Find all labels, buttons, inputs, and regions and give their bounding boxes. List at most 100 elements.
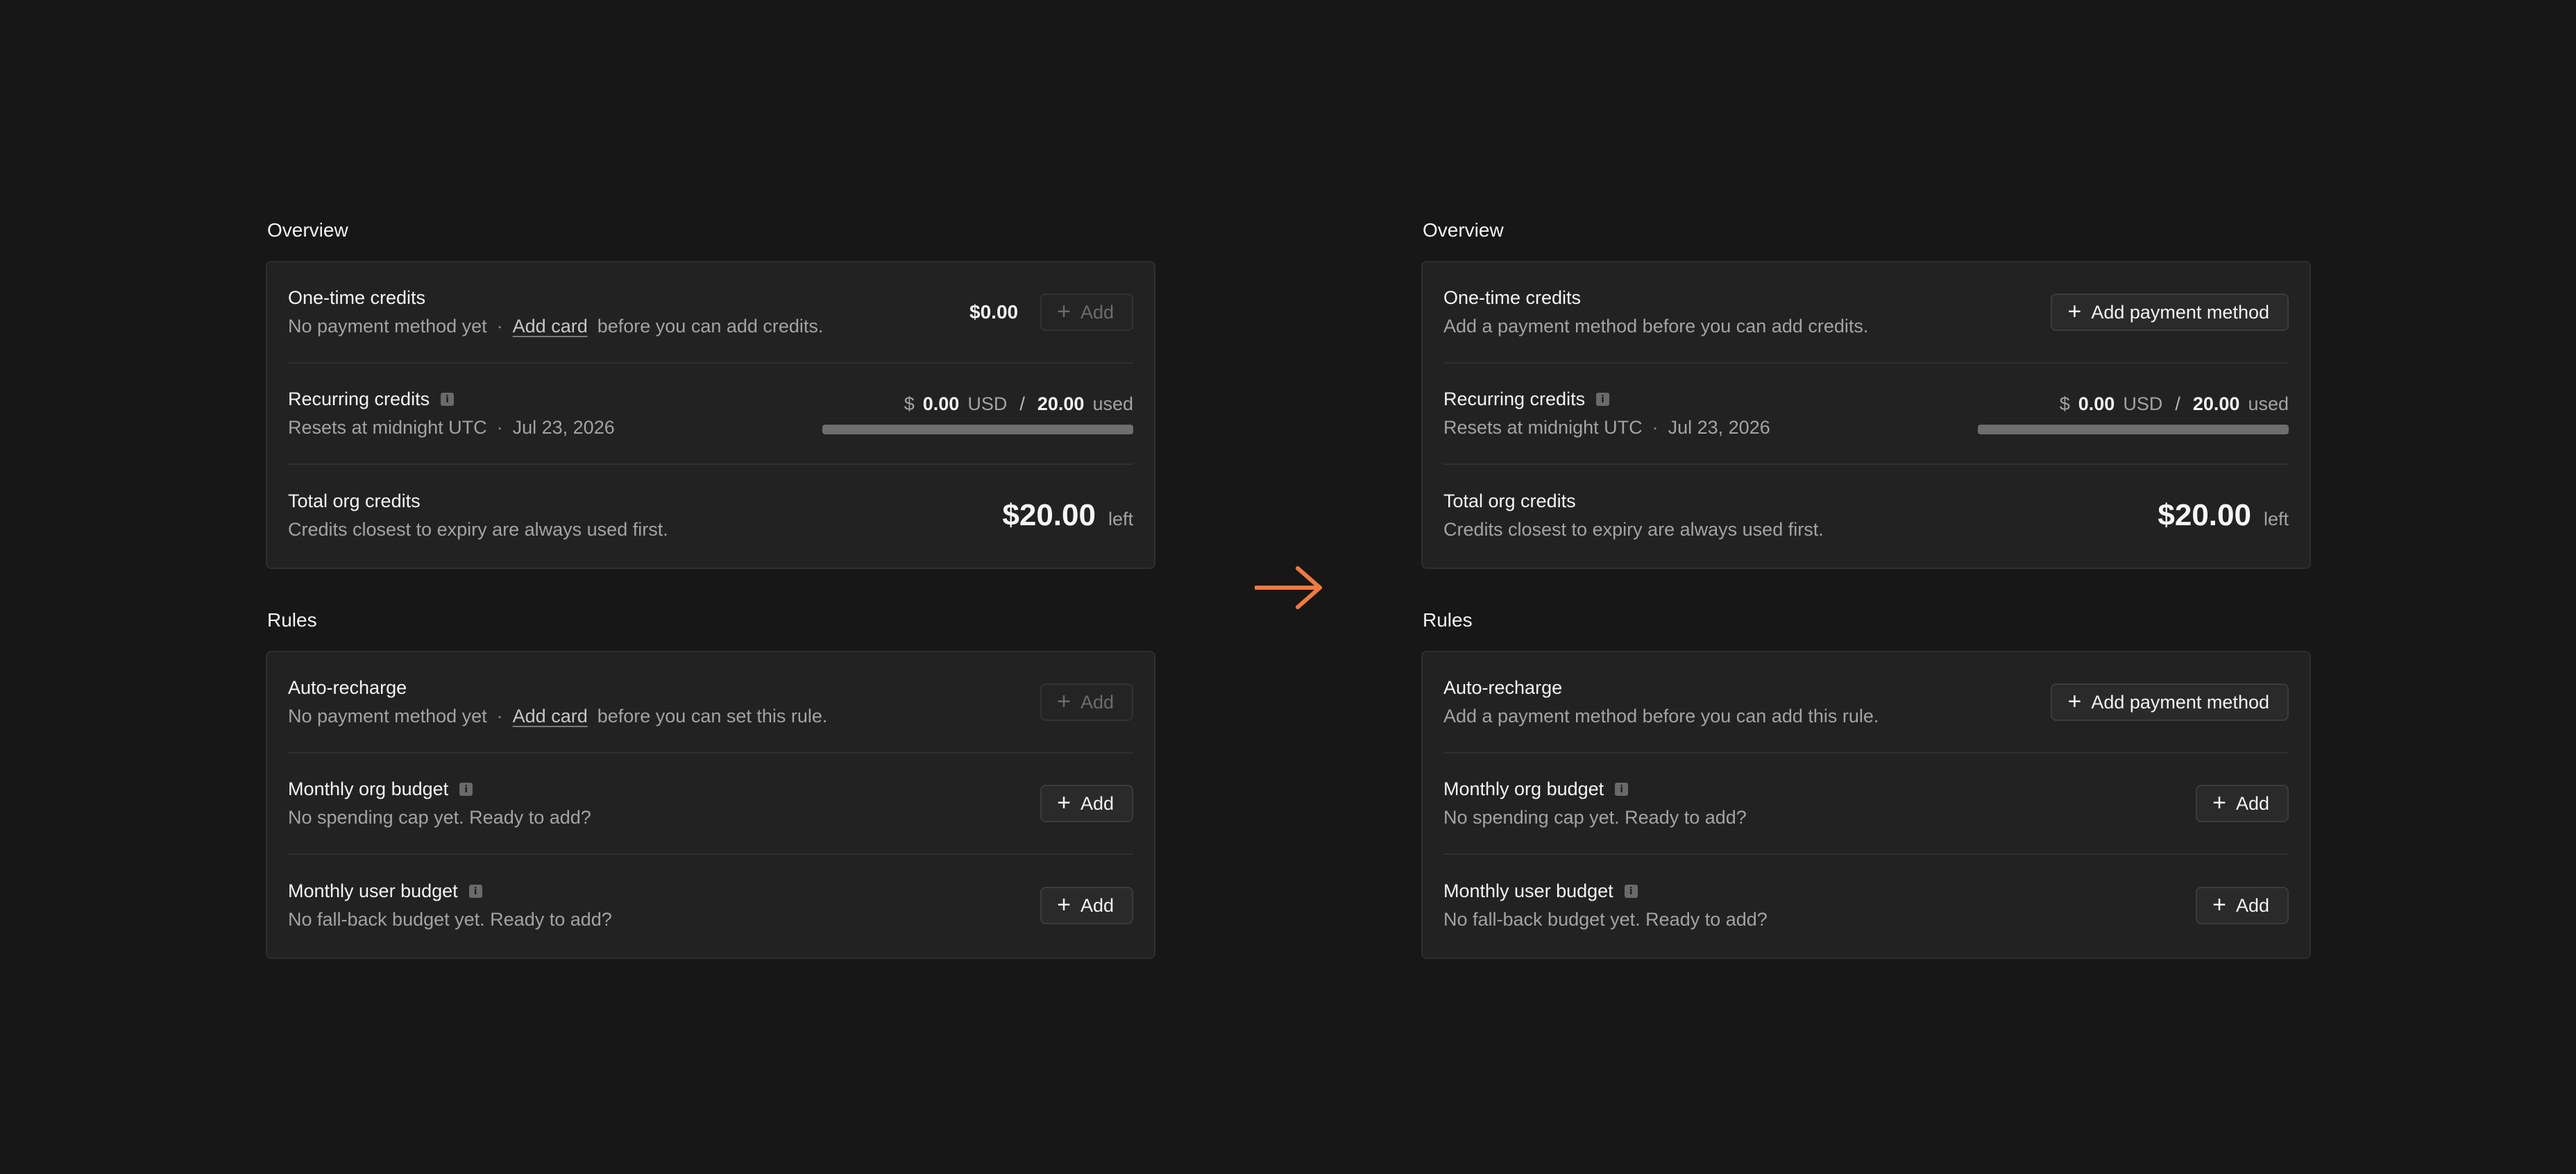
plus-icon: + — [1057, 298, 1071, 325]
recurring-credits-row: Recurring credits i Resets at midnight U… — [1443, 364, 2289, 465]
monthly-org-budget-title: Monthly org budget i — [288, 779, 591, 800]
add-card-link[interactable]: Add card — [513, 706, 588, 727]
one-time-credits-row: One-time credits Add a payment method be… — [1443, 262, 2289, 364]
rules-card: Auto-recharge Add a payment method befor… — [1421, 651, 2311, 959]
one-time-credits-subtitle: No payment method yet · Add card before … — [288, 316, 823, 337]
slash-separator: / — [2175, 393, 2180, 414]
used-amount: 0.00 — [2078, 393, 2115, 414]
total-org-credits-row: Total org credits Credits closest to exp… — [288, 465, 1133, 566]
plus-icon: + — [2212, 891, 2226, 918]
one-time-credits-row: One-time credits No payment method yet ·… — [288, 262, 1133, 364]
add-org-budget-label: Add — [2235, 792, 2269, 814]
reset-date: Jul 23, 2026 — [1668, 417, 1770, 438]
monthly-user-budget-title: Monthly user budget i — [288, 880, 612, 902]
separator-dot: · — [496, 706, 503, 726]
rules-section-title: Rules — [1423, 609, 1473, 631]
recurring-credits-title: Recurring credits i — [1443, 389, 1770, 410]
add-credits-button[interactable]: + Add — [1040, 294, 1133, 331]
left-label: left — [2263, 509, 2289, 529]
separator-dot: · — [496, 417, 503, 438]
one-time-credits-title: One-time credits — [288, 287, 426, 308]
add-org-budget-button[interactable]: + Add — [1040, 785, 1133, 822]
auto-recharge-row: Auto-recharge Add a payment method befor… — [1443, 652, 2289, 754]
plus-icon: + — [1057, 688, 1071, 715]
plus-icon: + — [1057, 789, 1071, 816]
auto-recharge-title: Auto-recharge — [1443, 677, 1563, 698]
recurring-usage: $ 0.00 USD / 20.00 used — [822, 393, 1133, 434]
recurring-credits-row: Recurring credits i Resets at midnight U… — [288, 364, 1133, 465]
reset-text: Resets at midnight UTC — [288, 417, 487, 438]
one-time-credits-title: One-time credits — [1443, 287, 1582, 308]
plus-icon: + — [2067, 298, 2082, 325]
rules-section-title: Rules — [267, 609, 317, 631]
info-icon[interactable]: i — [1596, 393, 1610, 406]
monthly-user-budget-subtitle: No fall-back budget yet. Ready to add? — [288, 909, 612, 930]
reset-text: Resets at midnight UTC — [1443, 417, 1643, 438]
monthly-org-budget-title: Monthly org budget i — [1443, 779, 1747, 800]
total-credits-amount: $20.00 — [1002, 498, 1096, 532]
monthly-org-budget-subtitle: No spending cap yet. Ready to add? — [1443, 807, 1747, 828]
plus-icon: + — [2212, 789, 2226, 816]
slash-separator: / — [1019, 393, 1025, 414]
usage-progress-bar — [822, 424, 1133, 434]
total-credits-amount: $20.00 — [2158, 498, 2251, 532]
auto-recharge-title: Auto-recharge — [288, 677, 407, 698]
add-auto-recharge-label: Add — [1080, 691, 1114, 713]
recurring-credits-title: Recurring credits i — [288, 389, 615, 410]
plus-icon: + — [2067, 688, 2082, 715]
used-label: used — [2248, 393, 2289, 414]
monthly-org-budget-row: Monthly org budget i No spending cap yet… — [1443, 754, 2289, 855]
rules-card: Auto-recharge No payment method yet · Ad… — [266, 651, 1155, 959]
before-rule-text: before you can set this rule. — [597, 706, 828, 726]
limit-amount: 20.00 — [1037, 393, 1085, 414]
info-icon[interactable]: i — [1615, 783, 1629, 796]
add-payment-method-button[interactable]: + Add payment method — [2051, 294, 2289, 331]
recurring-credits-label: Recurring credits — [288, 389, 430, 409]
before-credits-text: before you can add credits. — [597, 316, 824, 337]
used-label: used — [1092, 393, 1133, 414]
info-icon[interactable]: i — [459, 783, 473, 796]
overview-card: One-time credits No payment method yet ·… — [266, 261, 1155, 569]
currency-code: USD — [2123, 393, 2163, 414]
info-icon[interactable]: i — [1624, 885, 1638, 898]
monthly-org-budget-label: Monthly org budget — [1443, 779, 1604, 799]
separator-dot: · — [1652, 417, 1659, 438]
add-org-budget-label: Add — [1080, 792, 1114, 814]
auto-recharge-subtitle: No payment method yet · Add card before … — [288, 706, 827, 727]
add-card-link[interactable]: Add card — [513, 316, 588, 337]
add-user-budget-button[interactable]: + Add — [2196, 887, 2289, 924]
add-user-budget-button[interactable]: + Add — [1040, 887, 1133, 924]
monthly-org-budget-subtitle: No spending cap yet. Ready to add? — [288, 807, 591, 828]
one-time-credits-subtitle: Add a payment method before you can add … — [1443, 316, 1869, 337]
add-payment-method-label: Add payment method — [2091, 691, 2269, 713]
before-panel: Overview One-time credits No payment met… — [266, 216, 1155, 959]
currency-symbol: $ — [2059, 393, 2070, 414]
comparison-canvas: Overview One-time credits No payment met… — [0, 0, 2576, 1174]
add-auto-recharge-button[interactable]: + Add — [1040, 683, 1133, 721]
overview-section-title: Overview — [267, 219, 348, 241]
add-org-budget-button[interactable]: + Add — [2196, 785, 2289, 822]
limit-amount: 20.00 — [2192, 393, 2240, 414]
monthly-user-budget-row: Monthly user budget i No fall-back budge… — [288, 855, 1133, 956]
recurring-credits-label: Recurring credits — [1443, 389, 1586, 409]
add-payment-method-button[interactable]: + Add payment method — [2051, 683, 2289, 721]
info-icon[interactable]: i — [468, 885, 482, 898]
monthly-user-budget-row: Monthly user budget i No fall-back budge… — [1443, 855, 2289, 956]
reset-date: Jul 23, 2026 — [512, 417, 615, 438]
currency-symbol: $ — [904, 393, 915, 414]
add-user-budget-label: Add — [2235, 894, 2269, 916]
one-time-credits-amount: $0.00 — [969, 301, 1019, 323]
recurring-credits-subtitle: Resets at midnight UTC · Jul 23, 2026 — [288, 417, 615, 439]
total-org-credits-row: Total org credits Credits closest to exp… — [1443, 465, 2289, 566]
monthly-user-budget-label: Monthly user budget — [288, 880, 458, 901]
auto-recharge-row: Auto-recharge No payment method yet · Ad… — [288, 652, 1133, 754]
monthly-org-budget-label: Monthly org budget — [288, 779, 449, 799]
total-org-credits-subtitle: Credits closest to expiry are always use… — [288, 519, 668, 540]
info-icon[interactable]: i — [441, 393, 455, 406]
total-org-credits-title: Total org credits — [1443, 491, 1576, 511]
used-amount: 0.00 — [922, 393, 960, 414]
monthly-user-budget-title: Monthly user budget i — [1443, 880, 1768, 902]
add-credits-button-label: Add — [1080, 301, 1114, 323]
recurring-usage: $ 0.00 USD / 20.00 used — [1978, 393, 2289, 434]
total-org-credits-title: Total org credits — [288, 491, 421, 511]
